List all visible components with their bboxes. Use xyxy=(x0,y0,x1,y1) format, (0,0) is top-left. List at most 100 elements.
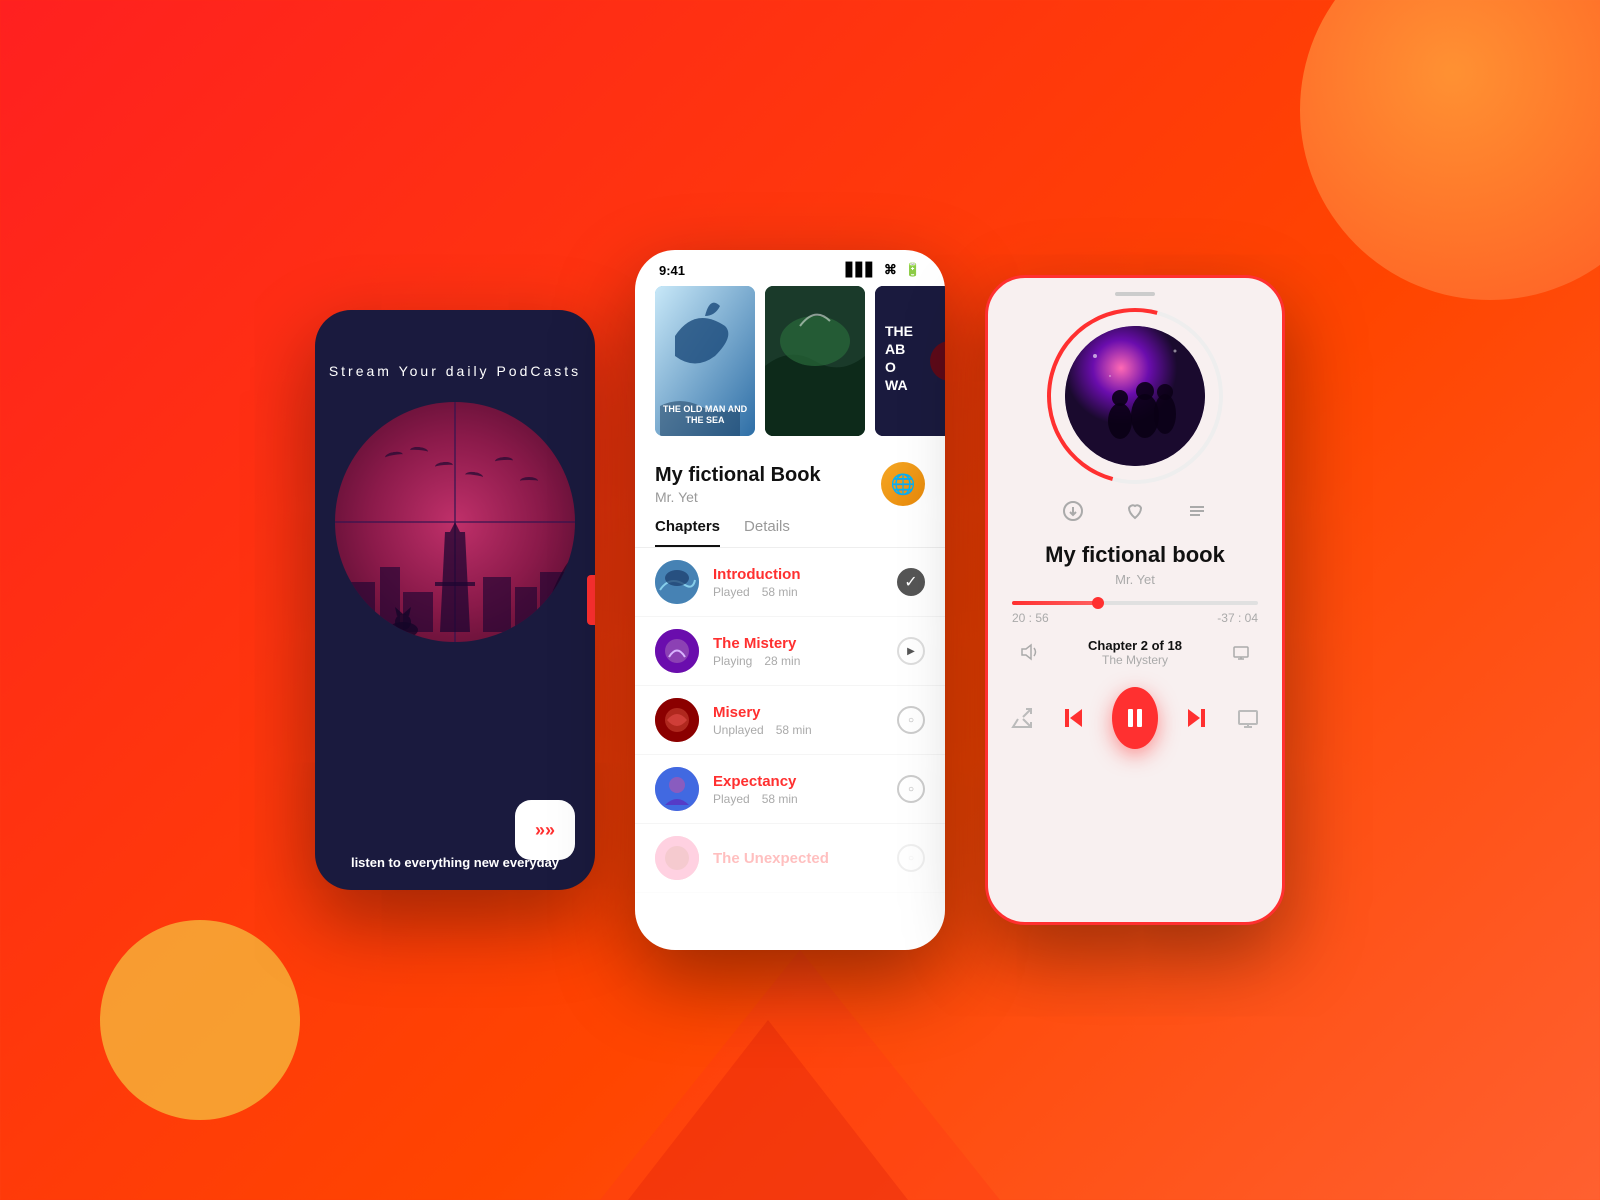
chapter-avatar-3 xyxy=(655,698,699,742)
chapter-item-unexpected[interactable]: The Unexpected ○ xyxy=(635,824,945,893)
book2-artwork xyxy=(765,286,865,436)
phone2-library: 9:41 ▋▋▋ ⌘ 🔋 xyxy=(635,250,945,950)
wifi-icon: ⌘ xyxy=(884,262,897,278)
chapter-name-5: The Unexpected xyxy=(713,850,883,867)
phone2-tabs: Chapters Details xyxy=(635,518,945,548)
chapter-status-3: Unplayed xyxy=(713,723,764,737)
bird-icon xyxy=(384,451,403,462)
phone1-title: Stream Your daily PodCasts xyxy=(329,360,581,382)
chapter-number: Chapter 2 of 18 xyxy=(1046,638,1224,653)
chapter-status-1: Played xyxy=(713,585,750,599)
battery-icon: 🔋 xyxy=(905,262,921,278)
chapter-state-icon-5: ○ xyxy=(897,844,925,872)
chapter-item-introduction[interactable]: Introduction Played 58 min ✓ xyxy=(635,548,945,617)
progress-bar-bg[interactable] xyxy=(1012,601,1258,605)
phone3-progress[interactable]: 20 : 56 -37 : 04 xyxy=(988,587,1282,625)
phone3-track-info: My fictional book Mr. Yet xyxy=(988,542,1282,587)
phone3-chapter-info: Chapter 2 of 18 The Mystery xyxy=(988,625,1282,679)
book-cover-1[interactable]: THE OLD MAN AND THE SEA xyxy=(655,286,755,436)
screen-icon[interactable] xyxy=(1224,635,1258,669)
status-time: 9:41 xyxy=(659,263,685,278)
chapter-name-3: Misery xyxy=(713,704,883,721)
progress-current: 20 : 56 xyxy=(1012,611,1049,625)
playlist-icon[interactable] xyxy=(1180,494,1214,528)
chapter-state-icon-2: ▶ xyxy=(897,637,925,665)
prev-button[interactable] xyxy=(1060,699,1088,737)
artwork-image xyxy=(1065,326,1205,466)
chapter-name-player: The Mystery xyxy=(1046,653,1224,667)
chapter-duration-2: 28 min xyxy=(764,654,800,668)
book-cover-3[interactable]: THE AB O WA xyxy=(875,286,945,436)
chapter-info-4: Expectancy Played 58 min xyxy=(713,773,883,806)
phone2-statusbar: 9:41 ▋▋▋ ⌘ 🔋 xyxy=(635,250,945,286)
svg-text:AB: AB xyxy=(885,341,905,357)
tab-chapters[interactable]: Chapters xyxy=(655,518,720,547)
phone3-handle xyxy=(1115,292,1155,296)
book3-artwork: THE AB O WA xyxy=(875,286,945,436)
chapter-status-4: Played xyxy=(713,792,750,806)
album-art-svg xyxy=(1065,326,1205,466)
phone3-player: My fictional book Mr. Yet 20 : 56 -37 : … xyxy=(985,275,1285,925)
bg-circle-bottom-left xyxy=(100,920,300,1120)
svg-text:O: O xyxy=(885,359,896,375)
chapter-name-2: The Mistery xyxy=(713,635,883,652)
chapter-info-5: The Unexpected xyxy=(713,850,883,867)
phone2-book-meta: My fictional Book Mr. Yet 🌐 xyxy=(635,462,945,518)
volume-icon[interactable] xyxy=(1012,635,1046,669)
bg-circle-top-right xyxy=(1300,0,1600,300)
phone1-next-button[interactable]: »» xyxy=(515,800,575,860)
pause-button[interactable] xyxy=(1112,687,1158,749)
chapter-state-icon-1: ✓ xyxy=(897,568,925,596)
phone1-splash: Stream Your daily PodCasts xyxy=(315,310,595,890)
phones-container: Stream Your daily PodCasts xyxy=(315,250,1285,950)
heart-icon[interactable] xyxy=(1118,494,1152,528)
skyline-svg xyxy=(335,522,575,642)
phone2-books: THE OLD MAN AND THE SEA THE AB O xyxy=(655,286,945,446)
chapter-info-2: The Mistery Playing 28 min xyxy=(713,635,883,668)
cast-button[interactable] xyxy=(1234,699,1262,737)
chapter-duration-4: 58 min xyxy=(762,792,798,806)
chapter-avatar-4 xyxy=(655,767,699,811)
bird-icon xyxy=(520,477,538,485)
download-icon[interactable] xyxy=(1056,494,1090,528)
book1-title: THE OLD MAN AND THE SEA xyxy=(660,404,750,426)
bg-triangle-bottom2 xyxy=(628,1020,908,1200)
phone1-red-tab xyxy=(587,575,595,625)
chapter-avatar-5 xyxy=(655,836,699,880)
globe-icon: 🌐 xyxy=(891,472,916,497)
chapter-name-1: Introduction xyxy=(713,566,883,583)
progress-bar-fill xyxy=(1012,601,1098,605)
bird-icon xyxy=(410,447,429,457)
birds-area xyxy=(355,442,555,502)
chapter-text: Chapter 2 of 18 The Mystery xyxy=(1046,638,1224,667)
shuffle-button[interactable] xyxy=(1008,699,1036,737)
chapter-state-icon-3: ○ xyxy=(897,706,925,734)
chapter-avatar-2 xyxy=(655,629,699,673)
bird-icon xyxy=(465,471,484,481)
svg-text:WA: WA xyxy=(885,377,908,393)
chapter-state-icon-4: ○ xyxy=(897,775,925,803)
chapter-item-mistery[interactable]: The Mistery Playing 28 min ▶ xyxy=(635,617,945,686)
chapter-duration-3: 58 min xyxy=(776,723,812,737)
chapter-item-expectancy[interactable]: Expectancy Played 58 min ○ xyxy=(635,755,945,824)
status-icons: ▋▋▋ ⌘ 🔋 xyxy=(846,262,921,278)
track-author: Mr. Yet xyxy=(988,572,1282,587)
next-button[interactable] xyxy=(1182,699,1210,737)
phone2-chapters: Introduction Played 58 min ✓ The Mistery… xyxy=(635,548,945,893)
chapter-name-4: Expectancy xyxy=(713,773,883,790)
tab-details[interactable]: Details xyxy=(744,518,790,547)
chapter-duration-1: 58 min xyxy=(762,585,798,599)
artwork-ring xyxy=(1055,316,1215,476)
chapter-info-3: Misery Unplayed 58 min xyxy=(713,704,883,737)
chapter-item-misery[interactable]: Misery Unplayed 58 min ○ xyxy=(635,686,945,755)
progress-dot xyxy=(1092,597,1104,609)
phone3-controls xyxy=(988,687,1282,749)
book-cover-2[interactable] xyxy=(765,286,865,436)
phone1-circle-artwork xyxy=(335,402,575,642)
track-title: My fictional book xyxy=(988,542,1282,568)
progress-remaining: -37 : 04 xyxy=(1217,611,1258,625)
chapter-avatar-1 xyxy=(655,560,699,604)
chapter-info-1: Introduction Played 58 min xyxy=(713,566,883,599)
progress-times: 20 : 56 -37 : 04 xyxy=(1012,611,1258,625)
chapter-status-2: Playing xyxy=(713,654,752,668)
